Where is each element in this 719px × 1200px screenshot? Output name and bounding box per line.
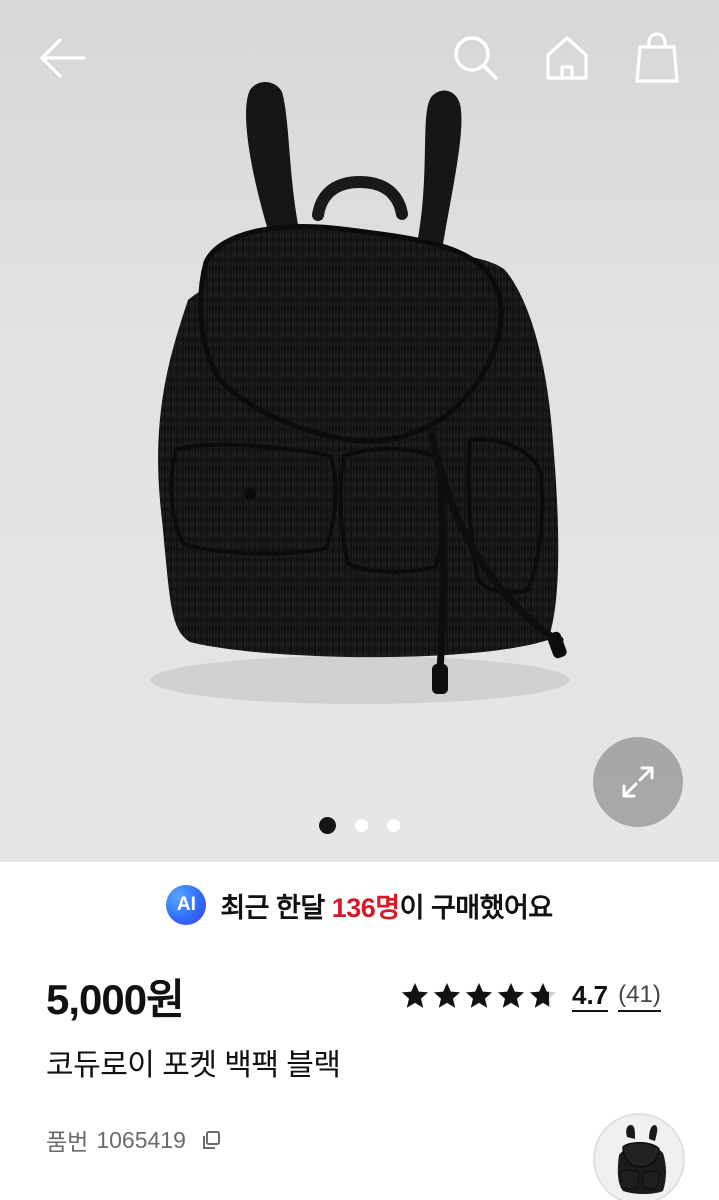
star-icon — [466, 983, 492, 1008]
purchase-count-text: 최근 한달 136명이 구매했어요 — [220, 886, 554, 925]
rating-stars — [400, 981, 558, 1011]
star-icon — [530, 983, 556, 1008]
star-icon — [402, 983, 428, 1008]
cart-button[interactable] — [625, 26, 689, 90]
star-icon — [498, 983, 524, 1008]
rating-score[interactable]: 4.7 — [572, 980, 609, 1012]
arrow-left-icon — [40, 38, 86, 78]
product-sku: 품번 1065419 — [46, 1123, 222, 1157]
product-rating[interactable]: 4.7 (41) — [400, 976, 661, 1016]
ai-purchase-banner: AI 최근 한달 136명이 구매했어요 — [0, 862, 719, 948]
sku-number: 1065419 — [96, 1126, 186, 1153]
copy-icon[interactable] — [200, 1129, 222, 1151]
sku-label: 품번 — [46, 1129, 89, 1155]
gallery-dot-2[interactable] — [355, 818, 368, 832]
shopping-bag-icon — [635, 32, 679, 83]
home-icon — [546, 36, 588, 80]
product-thumbnail[interactable] — [593, 1113, 685, 1200]
product-title: 코듀로이 포켓 백팩 블랙 — [46, 1049, 341, 1082]
star-icon — [434, 983, 460, 1008]
search-button[interactable] — [444, 26, 508, 90]
gallery-pagination — [0, 816, 719, 834]
expand-icon — [622, 766, 654, 798]
product-price: 5,000원 — [46, 976, 185, 1023]
back-button[interactable] — [30, 26, 94, 90]
search-icon — [454, 36, 498, 80]
expand-image-button[interactable] — [593, 737, 683, 827]
gallery-dot-1[interactable] — [319, 816, 336, 834]
purchase-text-suffix: 이 구매했어요 — [399, 892, 554, 923]
home-button[interactable] — [535, 26, 599, 90]
ai-badge: AI — [166, 885, 207, 925]
product-image-gallery[interactable] — [0, 0, 719, 862]
top-navigation-bar — [0, 0, 719, 116]
purchase-text-prefix: 최근 한달 — [220, 892, 332, 923]
product-image — [150, 81, 570, 704]
purchase-count-highlight: 136명 — [331, 892, 400, 923]
review-count[interactable]: (41) — [618, 980, 661, 1012]
backpack-thumbnail-image — [617, 1125, 666, 1194]
gallery-dot-3[interactable] — [387, 818, 400, 832]
